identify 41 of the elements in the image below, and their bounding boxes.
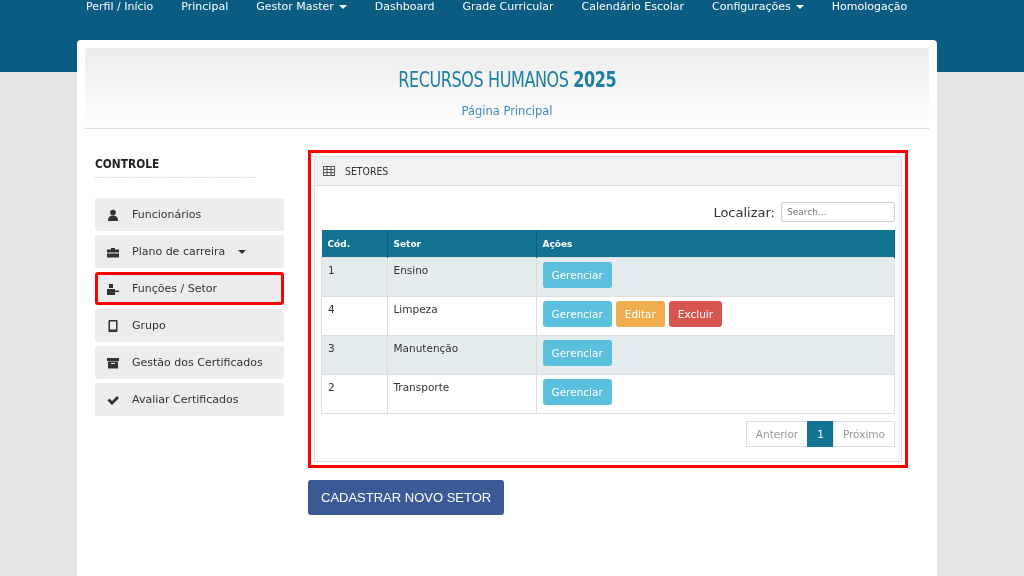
column-header: Setor [387, 230, 536, 258]
table-cell: 4 [321, 296, 387, 336]
breadcrumb-link[interactable]: Página Principal [85, 104, 929, 118]
nav-link[interactable]: Perfil / Início [72, 0, 168, 14]
sidebar-title: CONTROLE [95, 153, 256, 178]
table-cell: 1 [321, 257, 387, 297]
table-cell: Manutenção [387, 335, 536, 375]
sidebar-item[interactable]: Gestão dos Certificados [95, 346, 284, 379]
column-header: Ações [536, 230, 895, 258]
pagination-button[interactable]: 1 [807, 421, 834, 447]
sidebar-item[interactable]: Funções / Setor [95, 272, 284, 305]
column-header: Cód. [321, 230, 387, 258]
check-icon [107, 393, 119, 406]
sidebar-item[interactable]: Funcionários [95, 198, 284, 231]
nav-link[interactable]: Dashboard [360, 0, 449, 14]
tablet-icon [107, 319, 119, 332]
sidebar-item[interactable]: Grupo [95, 309, 284, 342]
sidebar-item[interactable]: Plano de carreira [95, 235, 284, 268]
table-cell: Transporte [387, 374, 536, 414]
delete-button[interactable]: Excluir [668, 301, 723, 327]
archive-icon [107, 356, 119, 369]
panel-title: SETORES [345, 164, 389, 178]
nav-link[interactable]: Gestor Master [242, 0, 361, 14]
page-title: RECURSOS HUMANOS 2025 [398, 68, 616, 92]
nav-link[interactable]: Configurações [698, 0, 818, 14]
sitemap-icon [107, 282, 119, 295]
table-icon [323, 166, 335, 176]
search-label: Localizar: [713, 204, 775, 220]
table-cell: Ensino [387, 257, 536, 297]
table-cell: 2 [321, 374, 387, 414]
search-field[interactable]: Search... [781, 202, 895, 222]
table-cell: 3 [321, 335, 387, 375]
nav-link[interactable]: Homologação [817, 0, 922, 14]
nav-link[interactable]: Principal [167, 0, 243, 14]
sidebar-item[interactable]: Avaliar Certificados [95, 383, 284, 416]
add-button[interactable]: CADASTRAR NOVO SETOR [308, 480, 505, 515]
briefcase-icon [107, 245, 119, 258]
user-icon [107, 208, 119, 221]
nav-link[interactable]: Calendário Escolar [567, 0, 698, 14]
nav-link[interactable]: Grade Curricular [448, 0, 568, 14]
table-cell: Limpeza [387, 296, 536, 336]
